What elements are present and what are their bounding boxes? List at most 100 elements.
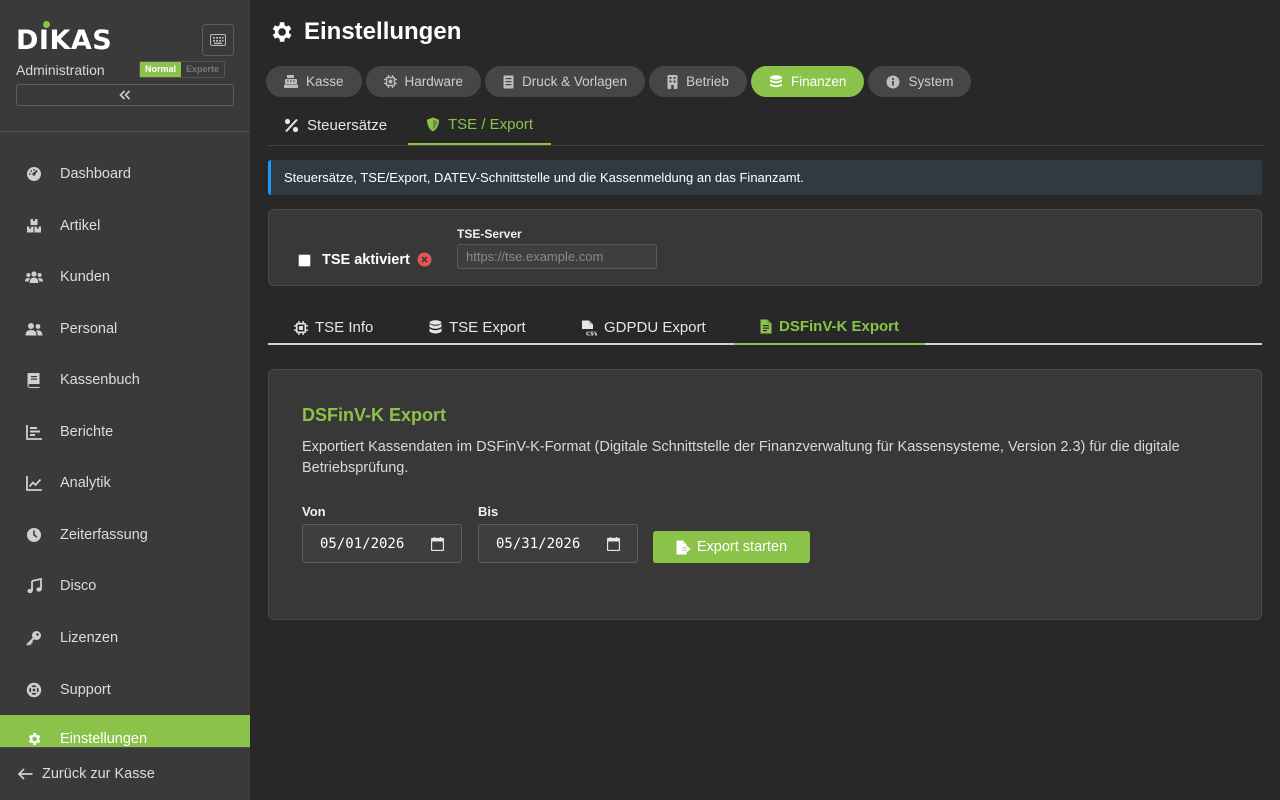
- keyboard-button[interactable]: [202, 24, 234, 56]
- sidebar-item-zeiterfassung[interactable]: Zeiterfassung: [0, 511, 250, 559]
- percent-icon: [284, 118, 299, 133]
- settings-category-tabs: Kasse Hardware Druck & Vorlagen Betrieb …: [266, 66, 975, 97]
- tab-system[interactable]: System: [868, 66, 972, 97]
- clock-icon: [25, 526, 43, 544]
- calendar-icon[interactable]: [607, 537, 620, 551]
- sidebar-item-label: Disco: [60, 578, 97, 594]
- sidebar-item-berichte[interactable]: Berichte: [0, 408, 250, 456]
- sidebar-item-label: Personal: [60, 321, 118, 337]
- chip-icon: [294, 320, 308, 335]
- main-content: Einstellungen Kasse Hardware Druck & Vor…: [250, 0, 1280, 800]
- calendar-icon[interactable]: [431, 537, 444, 551]
- users-icon: [25, 268, 43, 286]
- user-group-icon: [25, 320, 43, 338]
- tab-tse-info[interactable]: TSE Info: [294, 310, 373, 345]
- tab-druck-vorlagen[interactable]: Druck & Vorlagen: [485, 66, 646, 97]
- back-to-register-link[interactable]: Zurück zur Kasse: [0, 747, 250, 800]
- key-icon: [25, 629, 43, 647]
- tse-enabled-label: TSE aktiviert: [322, 252, 410, 268]
- tab-dsfinvk-export[interactable]: DSFinV-K Export: [734, 310, 925, 345]
- sidebar-item-label: Support: [60, 682, 111, 698]
- sidebar-item-einstellungen[interactable]: Einstellungen: [0, 715, 250, 748]
- arrow-left-icon: [18, 768, 33, 780]
- gear-icon: [272, 22, 292, 42]
- double-chevron-left-icon: [119, 90, 131, 100]
- boxes-icon: [25, 217, 43, 235]
- database-icon: [429, 320, 442, 334]
- sidebar-item-label: Kassenbuch: [60, 372, 140, 388]
- tab-label: Finanzen: [790, 74, 847, 89]
- tse-enabled-checkbox[interactable]: [298, 254, 311, 267]
- sidebar-item-label: Berichte: [60, 424, 114, 440]
- tab-label: DSFinV-K Export: [778, 318, 899, 335]
- sidebar-item-disco[interactable]: Disco: [0, 562, 250, 610]
- sidebar-item-kunden[interactable]: Kunden: [0, 253, 250, 301]
- tab-kasse[interactable]: Kasse: [266, 66, 362, 97]
- tab-tse-export[interactable]: TSE / Export: [408, 106, 551, 145]
- info-icon: [886, 75, 900, 88]
- tab-gdpdu-export[interactable]: CSV GDPDU Export: [581, 310, 706, 345]
- sidebar-item-personal[interactable]: Personal: [0, 305, 250, 353]
- sidebar-item-label: Analytik: [60, 475, 111, 491]
- csv-file-icon: CSV: [582, 320, 597, 336]
- export-title: DSFinV-K Export: [302, 405, 447, 425]
- tse-settings-card: TSE aktiviert TSE-Server: [268, 209, 1262, 286]
- sidebar-item-label: Zeiterfassung: [60, 527, 148, 543]
- file-export-icon: [676, 540, 691, 554]
- to-date-value: 05/31/2026: [496, 535, 581, 552]
- logo: DIKAS: [16, 21, 112, 58]
- sidebar-item-label: Dashboard: [60, 166, 131, 182]
- sidebar-item-label: Artikel: [60, 218, 101, 234]
- collapse-sidebar-button[interactable]: [16, 84, 234, 106]
- tab-tse-export-data[interactable]: TSE Export: [429, 310, 526, 345]
- back-label: Zurück zur Kasse: [42, 766, 155, 782]
- line-chart-icon: [25, 474, 43, 492]
- bar-chart-icon: [25, 423, 43, 441]
- export-description: Exportiert Kassendaten im DSFinV-K-Forma…: [302, 439, 1180, 476]
- tab-hardware[interactable]: Hardware: [365, 66, 482, 97]
- tab-betrieb[interactable]: Betrieb: [649, 66, 747, 97]
- sidebar-header: DIKAS Administration Normal Experte: [0, 0, 250, 132]
- tab-label: Druck & Vorlagen: [522, 74, 628, 89]
- sidebar-item-label: Einstellungen: [60, 731, 148, 747]
- sidebar-item-kassenbuch[interactable]: Kassenbuch: [0, 356, 250, 404]
- sidebar-item-label: Lizenzen: [60, 630, 119, 646]
- sidebar-item-lizenzen[interactable]: Lizenzen: [0, 614, 250, 662]
- sidebar-item-label: Kunden: [60, 269, 110, 285]
- info-banner: Steuersätze, TSE/Export, DATEV-Schnittst…: [268, 160, 1262, 195]
- building-icon: [667, 74, 678, 89]
- to-date-input[interactable]: 05/31/2026: [478, 524, 638, 563]
- sidebar-nav: Dashboard Artikel Kunden Personal Kassen…: [0, 148, 250, 748]
- error-icon: [417, 252, 432, 267]
- lifebuoy-icon: [25, 681, 43, 699]
- chip-icon: [383, 75, 397, 88]
- tab-steuersaetze[interactable]: Steuersätze: [284, 106, 387, 145]
- export-tabs: TSE Info TSE Export CSV GDPDU Export DSF…: [268, 310, 1262, 345]
- from-date-input[interactable]: 05/01/2026: [302, 524, 462, 563]
- tab-label: Betrieb: [686, 74, 729, 89]
- page-title: Einstellungen: [268, 18, 461, 46]
- mode-normal-button[interactable]: Normal: [140, 62, 182, 77]
- tse-server-input[interactable]: [457, 244, 657, 269]
- dsfinvk-export-card: DSFinV-K Export Exportiert Kassendaten i…: [268, 369, 1262, 620]
- sidebar-item-support[interactable]: Support: [0, 666, 250, 714]
- sidebar-item-dashboard[interactable]: Dashboard: [0, 150, 250, 198]
- tab-label: System: [908, 74, 954, 89]
- finance-subtabs: Steuersätze TSE / Export: [268, 106, 1264, 146]
- coins-icon: [769, 75, 782, 88]
- tab-label: Kasse: [306, 74, 344, 89]
- sidebar-item-analytik[interactable]: Analytik: [0, 459, 250, 507]
- sidebar-item-artikel[interactable]: Artikel: [0, 202, 250, 250]
- from-label: Von: [302, 504, 326, 519]
- book-icon: [25, 371, 43, 389]
- mode-expert-button[interactable]: Experte: [181, 62, 225, 77]
- file-icon: [760, 319, 772, 334]
- tab-label: TSE Info: [315, 319, 374, 336]
- dashboard-icon: [25, 165, 43, 183]
- gear-icon: [25, 730, 43, 748]
- tse-server-label: TSE-Server: [457, 227, 522, 241]
- music-icon: [25, 577, 43, 595]
- export-start-button[interactable]: Export starten: [653, 531, 810, 563]
- tab-finanzen[interactable]: Finanzen: [750, 66, 865, 97]
- mode-toggle: Normal Experte: [139, 61, 226, 78]
